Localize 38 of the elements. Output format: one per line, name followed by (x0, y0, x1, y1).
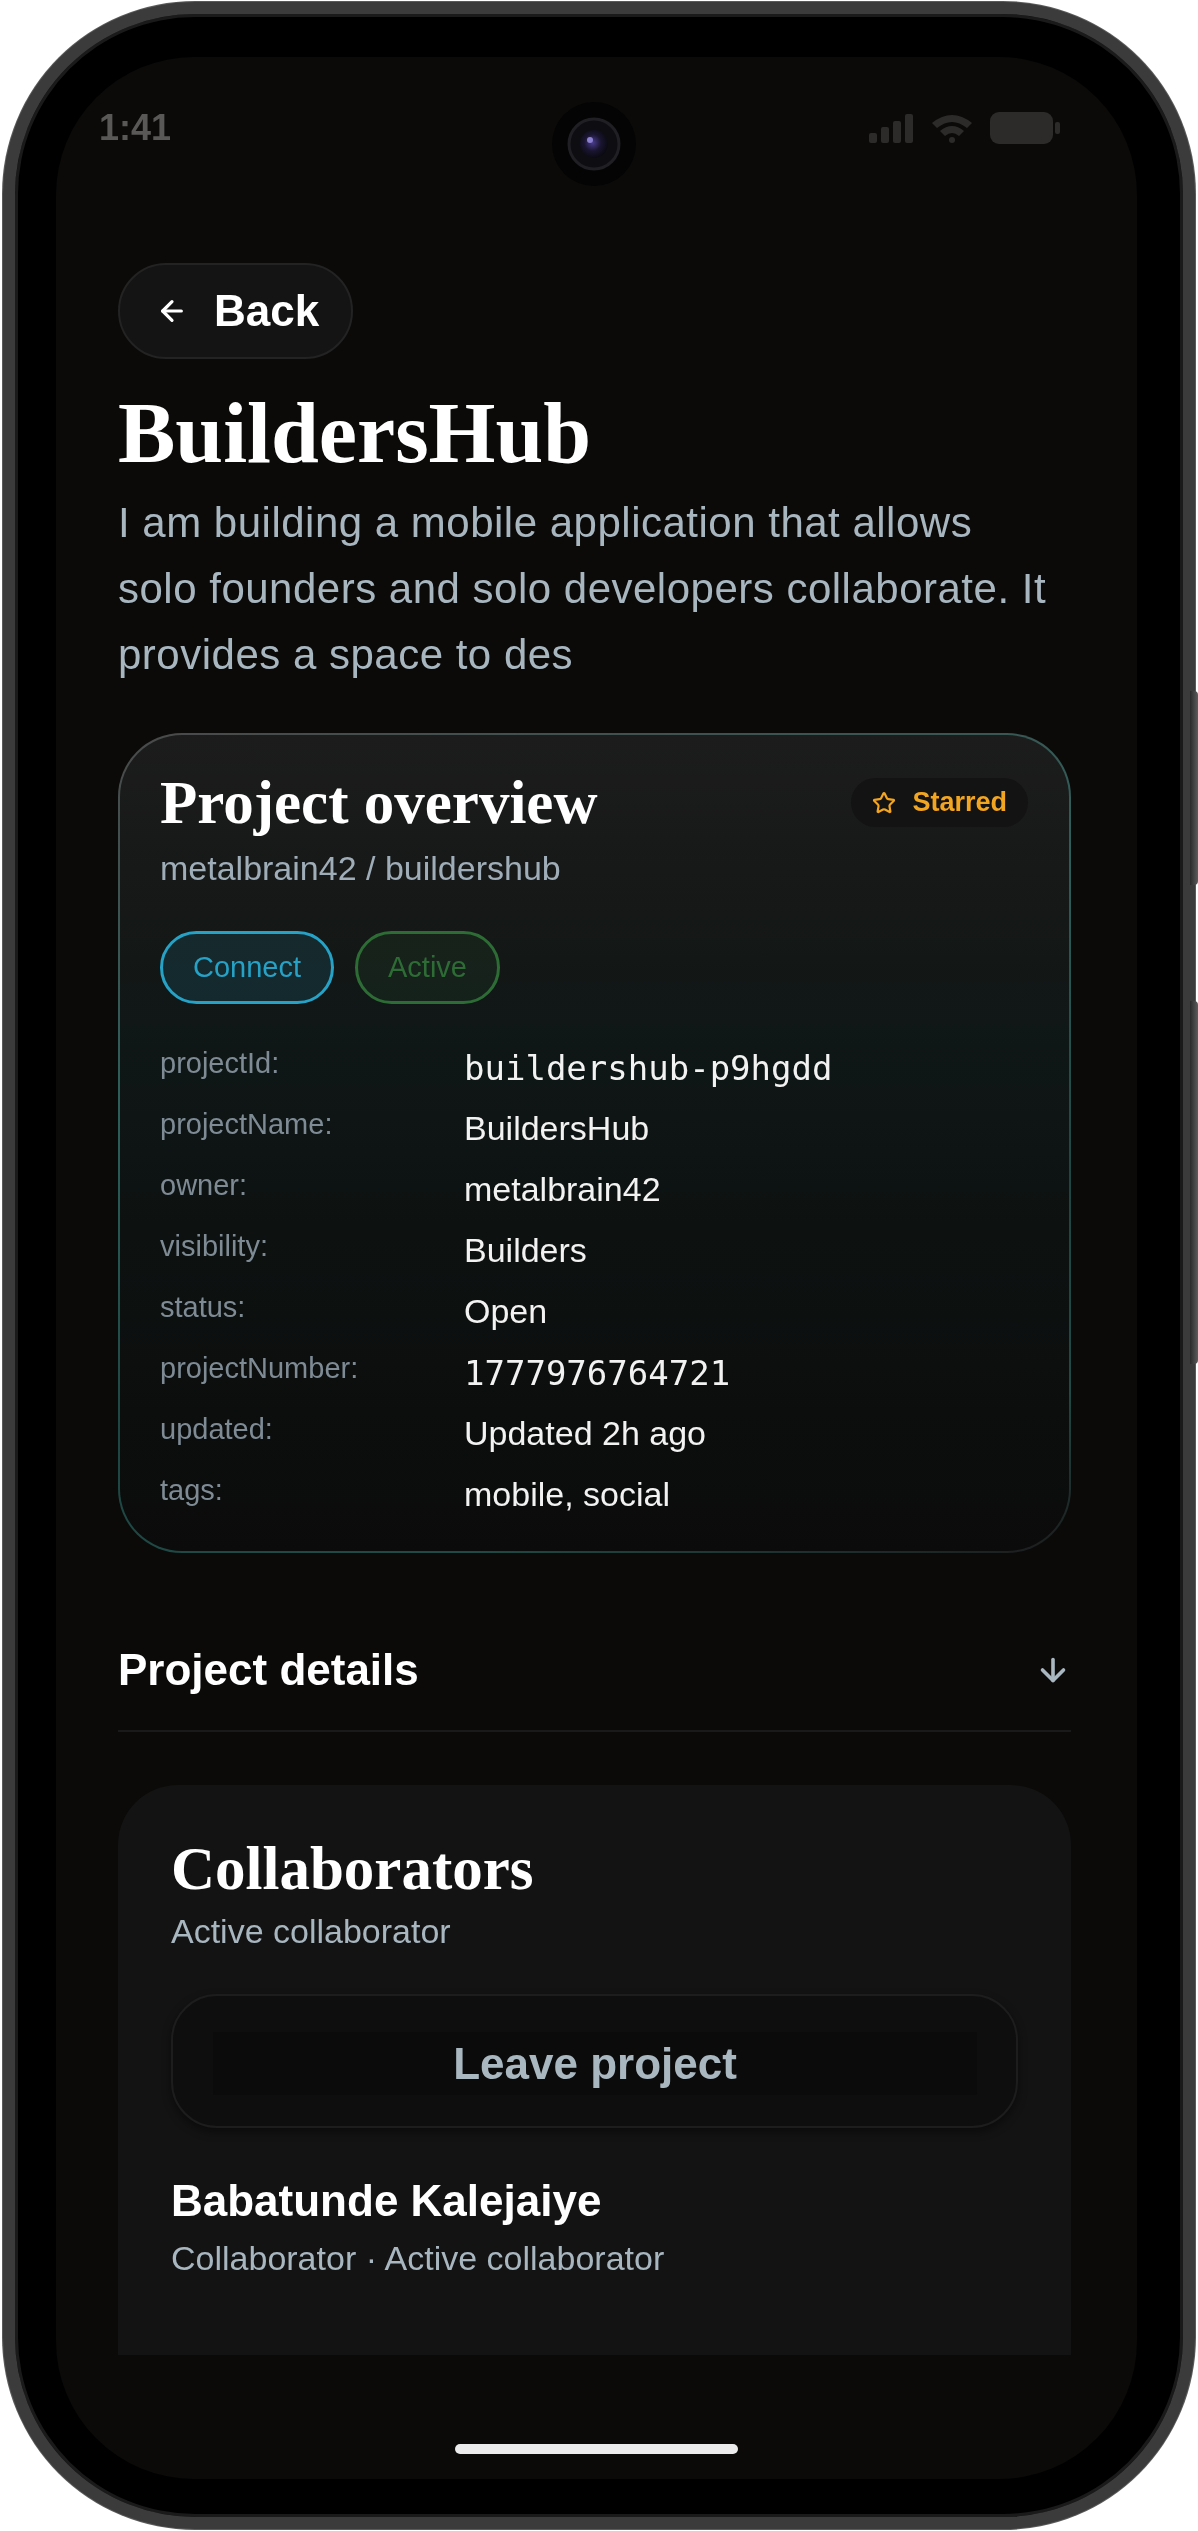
project-title: BuildersHub (118, 390, 593, 476)
status-pill: Connect (160, 931, 334, 1004)
field-label: projectNumber: (160, 1352, 360, 1386)
project-details-header[interactable]: Project details (118, 1643, 1071, 1696)
field-value: metalbrain42 (464, 1170, 661, 1209)
signal-icon (869, 113, 914, 143)
field-value: BuildersHub (464, 1109, 650, 1148)
field-label: status: (160, 1291, 247, 1325)
card-title: Project overview (160, 770, 598, 836)
leave-project-button[interactable]: Leave project (171, 1994, 1018, 2128)
repo-path: metalbrain42 / buildershub (160, 848, 562, 888)
side-button[interactable] (1190, 1001, 1198, 1364)
field-value: buildershub-p9hgdd (464, 1047, 833, 1088)
status-pill: Active (355, 931, 500, 1004)
badge-label: Starred (912, 787, 1007, 818)
back-button[interactable]: Back (118, 263, 354, 359)
camera-lens-icon (552, 102, 636, 186)
card-title: Collaborators (171, 1836, 535, 1902)
member-name: Babatunde Kalejaiye (171, 2175, 603, 2227)
field-label: updated: (160, 1413, 274, 1447)
battery-icon (990, 112, 1060, 144)
field-value: 1777976764721 (464, 1352, 731, 1393)
field-label: projectId: (160, 1047, 281, 1081)
field-label: visibility: (160, 1230, 269, 1264)
side-button[interactable] (1190, 691, 1198, 885)
field-value: Open (464, 1292, 548, 1331)
field-value: Updated 2h ago (464, 1414, 706, 1453)
wifi-icon (930, 113, 974, 143)
field-label: owner: (160, 1169, 249, 1203)
field-label: tags: (160, 1474, 224, 1508)
status-time: 1:41 (99, 107, 172, 149)
member-role: Collaborator · Active collaborator (171, 2238, 666, 2278)
field-label: projectName: (160, 1108, 334, 1142)
star-icon (872, 790, 897, 815)
field-value: mobile, social (464, 1475, 670, 1514)
field-value: Builders (464, 1231, 587, 1270)
card-subtitle: Active collaborator (171, 1911, 452, 1951)
project-description: I am building a mobile application that allows solo founders and solo developers collaborate. It provides a space to des (118, 498, 1048, 680)
